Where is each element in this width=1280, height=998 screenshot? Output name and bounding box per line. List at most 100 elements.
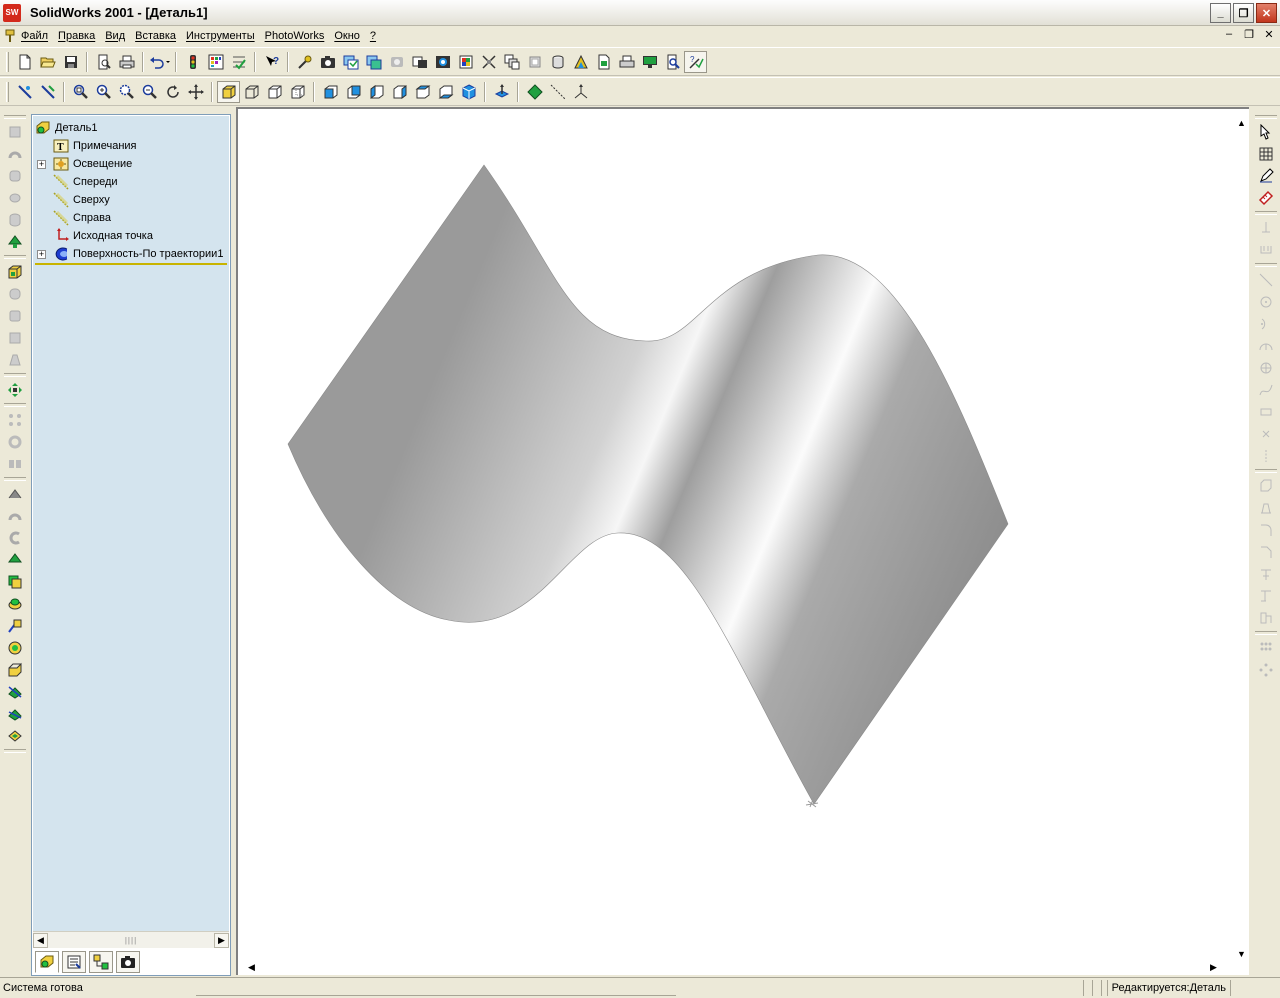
graphics-area[interactable]: ▲ ▼ ◀ ▶: [236, 107, 1249, 975]
render-file-icon[interactable]: [569, 51, 592, 73]
viewport-horizontal-scrollbar[interactable]: ◀ ▶: [238, 959, 1235, 975]
pan-icon[interactable]: [184, 81, 207, 103]
fill-surface-icon[interactable]: [4, 637, 26, 659]
doc-restore-button[interactable]: ❐: [1242, 28, 1256, 41]
sketch-spline-icon[interactable]: [36, 81, 59, 103]
view-back-icon[interactable]: [342, 81, 365, 103]
texture-icon[interactable]: [500, 51, 523, 73]
three-point-arc-icon[interactable]: [1255, 357, 1277, 379]
grid-icon[interactable]: [204, 51, 227, 73]
plane-icon[interactable]: [523, 81, 546, 103]
menu-edit[interactable]: Правка: [53, 30, 100, 42]
undo-icon[interactable]: [148, 51, 171, 73]
open-folder-icon[interactable]: [36, 51, 59, 73]
minimize-button[interactable]: _: [1210, 3, 1231, 23]
print-render-to-printer-icon[interactable]: [615, 51, 638, 73]
zoom-fit-icon[interactable]: [69, 81, 92, 103]
menu-view[interactable]: Вид: [100, 30, 130, 42]
viewport-scroll-down-button[interactable]: ▼: [1234, 946, 1249, 961]
hidden-gray-icon[interactable]: [286, 81, 309, 103]
move-copy-icon[interactable]: [4, 379, 26, 401]
rectangle-tool-icon[interactable]: [1255, 401, 1277, 423]
point-tool-icon[interactable]: [1255, 423, 1277, 445]
menu-window[interactable]: Окно: [329, 30, 365, 42]
whats-this-icon[interactable]: ?: [684, 50, 707, 73]
viewport-scroll-right-button[interactable]: ▶: [1206, 960, 1221, 975]
tree-item-part[interactable]: Деталь1: [35, 119, 98, 137]
rollback-bar[interactable]: [35, 263, 227, 265]
options-icon[interactable]: [227, 51, 250, 73]
material-icon[interactable]: [408, 51, 431, 73]
linear-pattern-icon[interactable]: [4, 409, 26, 431]
print-preview-icon[interactable]: [92, 51, 115, 73]
circular-step-repeat-icon[interactable]: [1255, 659, 1277, 681]
tree-item-right-plane[interactable]: Справа: [53, 209, 111, 227]
menu-photoworks[interactable]: PhotoWorks: [260, 30, 330, 42]
offset-entities-icon[interactable]: [1255, 497, 1277, 519]
revolve-icon[interactable]: [4, 143, 26, 165]
sketch-pencil-icon[interactable]: [1255, 165, 1277, 187]
offset-surface-icon[interactable]: [4, 571, 26, 593]
wireframe-cube-icon[interactable]: [240, 81, 263, 103]
view-iso-icon[interactable]: [457, 81, 480, 103]
sketch-fillet-icon[interactable]: [1255, 519, 1277, 541]
view-front-icon[interactable]: [319, 81, 342, 103]
tree-horizontal-scrollbar[interactable]: ◀ |||| ▶: [33, 931, 229, 948]
surface-extrude-icon[interactable]: [4, 483, 26, 505]
delete-face-icon[interactable]: [4, 703, 26, 725]
menu-help[interactable]: ?: [365, 30, 381, 42]
fillet-icon[interactable]: [4, 283, 26, 305]
zoom-in-icon[interactable]: [92, 81, 115, 103]
viewport-scroll-left-button[interactable]: ◀: [244, 960, 259, 975]
knit-surface-icon[interactable]: [4, 593, 26, 615]
insert-surface-icon[interactable]: [4, 231, 26, 253]
linear-step-repeat-icon[interactable]: [1255, 637, 1277, 659]
cut-extrude-icon[interactable]: [4, 209, 26, 231]
select-icon[interactable]: [1255, 121, 1277, 143]
render-area-icon[interactable]: [362, 51, 385, 73]
view-top-icon[interactable]: [411, 81, 434, 103]
surface-revolve-icon[interactable]: [4, 505, 26, 527]
circle-tool-icon[interactable]: [1255, 291, 1277, 313]
solid-cube-icon[interactable]: [4, 261, 26, 283]
save-icon[interactable]: [59, 51, 82, 73]
lighting-icon[interactable]: [431, 51, 454, 73]
trim-surface-icon[interactable]: [4, 681, 26, 703]
display-relations-icon[interactable]: [1255, 239, 1277, 261]
centerpoint-arc-icon[interactable]: [1255, 313, 1277, 335]
tangent-arc-icon[interactable]: [1255, 335, 1277, 357]
mirror-sketch-icon[interactable]: [1255, 607, 1277, 629]
shell-icon[interactable]: [4, 327, 26, 349]
render-last-icon[interactable]: [385, 51, 408, 73]
viewport-scroll-up-button[interactable]: ▲: [1234, 115, 1249, 130]
toolbar-grip[interactable]: [6, 51, 9, 72]
tree-scroll-right-button[interactable]: ▶: [214, 932, 229, 948]
render-icon[interactable]: [339, 51, 362, 73]
resize-grip[interactable]: [1230, 980, 1280, 996]
document-menu-icon[interactable]: [4, 29, 16, 43]
loft-icon[interactable]: [4, 187, 26, 209]
add-relation-icon[interactable]: [1255, 217, 1277, 239]
zoom-area-icon[interactable]: [115, 81, 138, 103]
tree-scroll-thumb[interactable]: ||||: [48, 936, 214, 945]
viewport-vertical-scrollbar[interactable]: ▲ ▼: [1233, 115, 1249, 961]
zoom-out-icon[interactable]: [138, 81, 161, 103]
print-icon[interactable]: [115, 51, 138, 73]
print-render-icon[interactable]: [592, 51, 615, 73]
restore-button[interactable]: ❐: [1233, 3, 1254, 23]
coordinate-icon[interactable]: [569, 81, 592, 103]
close-button[interactable]: ✕: [1256, 3, 1277, 23]
map-icon[interactable]: [546, 51, 569, 73]
expand-lighting-button[interactable]: +: [37, 160, 46, 169]
axis-icon[interactable]: [546, 81, 569, 103]
chamfer-icon[interactable]: [4, 305, 26, 327]
cylinder-icon[interactable]: [523, 51, 546, 73]
monitor-icon[interactable]: [638, 51, 661, 73]
tree-item-lighting[interactable]: Освещение: [53, 155, 132, 173]
tree-item-surface-sweep[interactable]: Поверхность-По траектории1: [53, 245, 223, 263]
circular-pattern-icon[interactable]: [4, 431, 26, 453]
zoom-doc-icon[interactable]: [661, 51, 684, 73]
grid-toggle-icon[interactable]: [1255, 143, 1277, 165]
doc-close-button[interactable]: ✕: [1262, 28, 1276, 41]
extrude-icon[interactable]: [4, 121, 26, 143]
